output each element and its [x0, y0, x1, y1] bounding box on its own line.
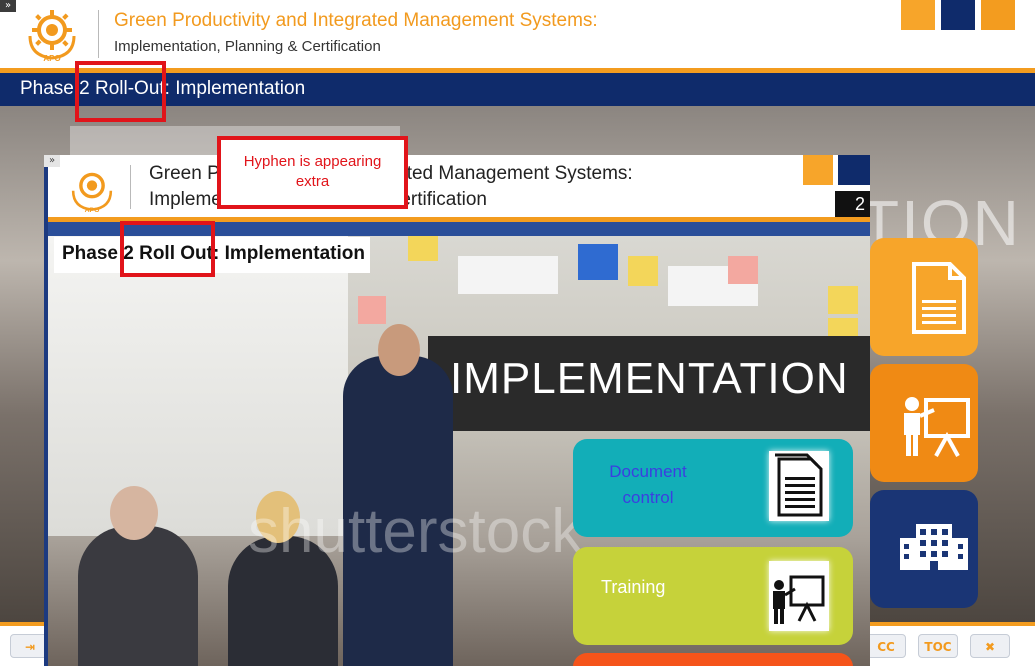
header-divider [98, 10, 99, 58]
header: » APO Green Productivity and Integrated … [0, 0, 1035, 68]
annotation-highlight-outer-rollout [75, 61, 166, 122]
inner-page-number: 2 [835, 191, 870, 217]
closed-captions-button[interactable]: CC [866, 634, 906, 658]
sticky-note [828, 286, 858, 314]
inner-header: APO Green Productivity and Integrated Ma… [48, 155, 870, 217]
course-title: Green Productivity and Integrated Manage… [114, 10, 598, 31]
presentation-icon [773, 575, 825, 624]
close-button[interactable]: ✖ [970, 634, 1010, 658]
decor-square-orange-2 [981, 0, 1015, 30]
training-tile[interactable] [870, 364, 978, 482]
table-of-contents-button[interactable]: TOC [918, 634, 958, 658]
shutterstock-watermark: shutterstock [248, 497, 583, 566]
course-subtitle: Implementation, Planning & Certification [114, 38, 381, 55]
annotation-note-text: Hyphen is appearing extra [243, 153, 382, 190]
document-callout-icon-box [769, 451, 829, 521]
svg-text:APO: APO [85, 207, 101, 213]
training-callout[interactable]: Training [573, 547, 853, 645]
third-callout[interactable] [573, 653, 853, 666]
attendee-head [110, 486, 158, 540]
annotation-note-box: Hyphen is appearing extra [217, 136, 408, 209]
expand-menu-button[interactable]: » [0, 0, 16, 12]
sticky-note [728, 256, 758, 284]
presenter-head [378, 324, 420, 376]
inner-apo-logo: APO [71, 172, 113, 213]
apo-logo: APO [28, 10, 76, 62]
sticky-note [628, 256, 658, 286]
document-icon [775, 453, 823, 517]
sticky-note [358, 296, 386, 324]
inner-decor-square-navy [838, 155, 870, 185]
training-callout-icon-box [769, 561, 829, 631]
building-icon [900, 524, 968, 570]
sticky-note [458, 256, 558, 294]
sticky-note [408, 236, 438, 261]
close-icon: ✖ [984, 640, 996, 654]
sticky-note [578, 244, 618, 280]
training-label: Training [601, 577, 666, 597]
document-tile[interactable] [870, 238, 978, 356]
inner-decor-square-orange [803, 155, 833, 185]
exit-icon: ⇥ [24, 640, 36, 654]
decor-square-navy [941, 0, 975, 30]
inner-header-divider [130, 165, 131, 209]
inner-expand-menu-button[interactable]: » [44, 155, 60, 167]
attendee-figure [78, 526, 198, 666]
document-control-label: Document control [609, 462, 687, 507]
decor-square-orange [901, 0, 935, 30]
presentation-icon [904, 397, 970, 457]
organization-tile[interactable] [870, 490, 978, 608]
document-icon [912, 262, 966, 334]
svg-text:APO: APO [43, 54, 60, 62]
photo-window [48, 236, 348, 536]
annotation-highlight-inner-rollout [120, 221, 215, 277]
document-control-callout[interactable]: Document control [573, 439, 853, 537]
implementation-sign-text: IMPLEMENTATION [450, 354, 849, 403]
